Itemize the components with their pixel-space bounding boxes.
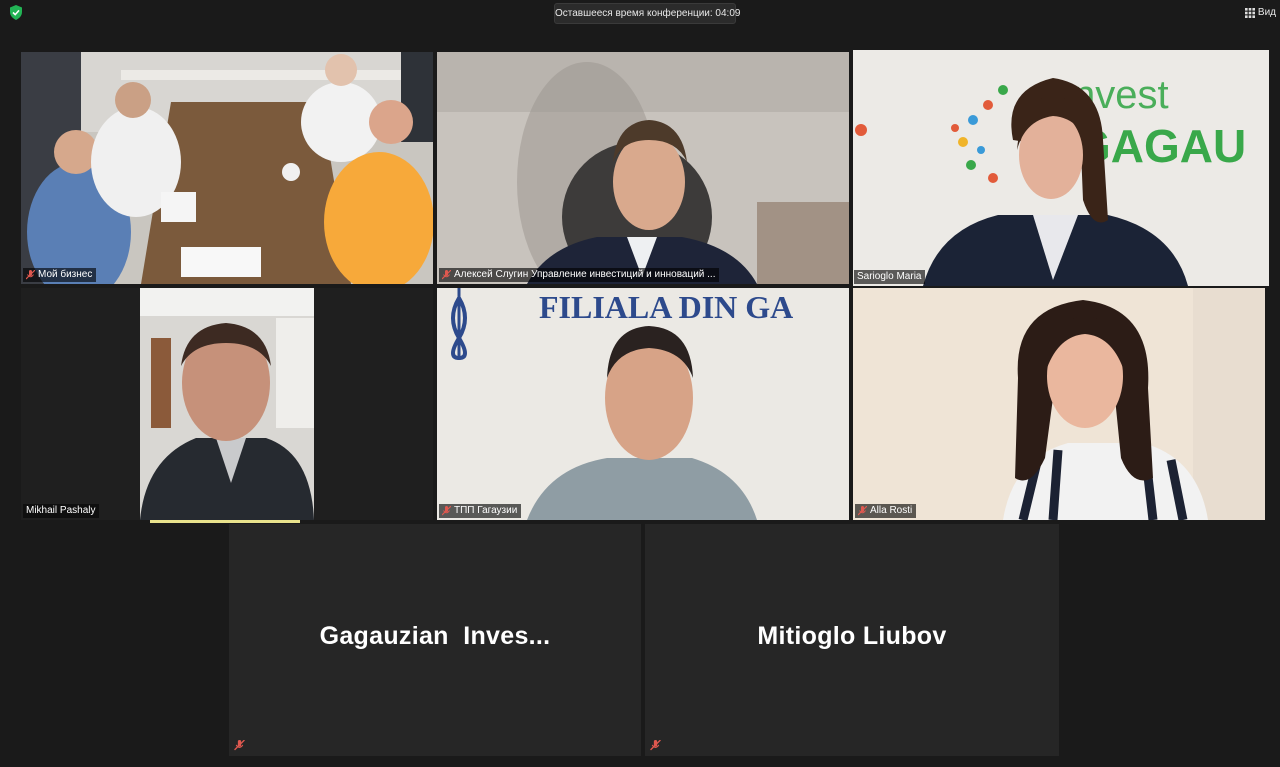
muted-mic-icon [26, 270, 35, 280]
video-feed [853, 288, 1265, 520]
muted-mic-icon [442, 270, 451, 280]
video-tile-mitioglo-liubov[interactable]: Mitioglo Liubov [645, 524, 1059, 756]
participant-name-tag: Mikhail Pashaly [23, 504, 100, 518]
participant-name-tag: Alla Rosti [855, 504, 917, 518]
participant-name: Mikhail Pashaly [26, 505, 96, 516]
participant-name: Алексей Слугин Управление инвестиций и и… [454, 269, 716, 280]
view-label: Вид [1257, 7, 1276, 18]
participant-name-tag: Sarioglo Maria [854, 270, 926, 284]
video-tile-aleksey-slugin[interactable]: Алексей Слугин Управление инвестиций и и… [437, 52, 849, 284]
participant-name-tag: Мой бизнес [23, 268, 97, 282]
video-feed [21, 288, 433, 520]
participant-name: ТПП Гагаузии [454, 505, 518, 516]
video-feed: nvest GAGAU [853, 50, 1269, 286]
view-button[interactable]: Вид [1244, 4, 1276, 22]
participant-name-tag: Алексей Слугин Управление инвестиций и и… [439, 268, 720, 282]
participant-name: Мой бизнес [38, 269, 93, 280]
video-tile-alla-rosti[interactable]: Alla Rosti [853, 288, 1265, 520]
meeting-time-remaining: Оставшееся время конференции: 04:09 [554, 3, 740, 24]
video-tile-sarioglo-maria[interactable]: nvest GAGAU Sarioglo Maria [853, 50, 1269, 286]
participant-name: Sarioglo Maria [857, 271, 922, 282]
top-bar: Оставшееся время конференции: 04:09 Вид [0, 0, 1280, 26]
participant-name: Alla Rosti [870, 505, 913, 516]
video-feed: FILIALA DIN GA [437, 288, 849, 520]
shield-check-icon[interactable] [9, 5, 23, 20]
video-tile-gagauzian-invest[interactable]: Gagauzian Inves... [229, 524, 641, 756]
participant-name: Mitioglo Liubov [757, 622, 947, 650]
grid-icon [1244, 8, 1255, 18]
filiala-sign: FILIALA DIN GA [539, 289, 793, 325]
video-feed [437, 52, 849, 284]
participant-name: Gagauzian Inves... [319, 622, 551, 650]
video-tile-tpp-gagauzii[interactable]: FILIALA DIN GA ТПП Гагаузии [437, 288, 849, 520]
video-feed [21, 52, 433, 284]
muted-mic-icon [234, 740, 245, 751]
muted-mic-icon [650, 740, 661, 751]
muted-mic-icon [858, 506, 867, 516]
participant-name-tag: ТПП Гагаузии [439, 504, 522, 518]
speaking-indicator [150, 520, 300, 523]
video-tile-moy-biznes[interactable]: Мой бизнес [21, 52, 433, 284]
video-tile-mikhail-pashaly[interactable]: Mikhail Pashaly [21, 288, 433, 520]
muted-mic-icon [442, 506, 451, 516]
